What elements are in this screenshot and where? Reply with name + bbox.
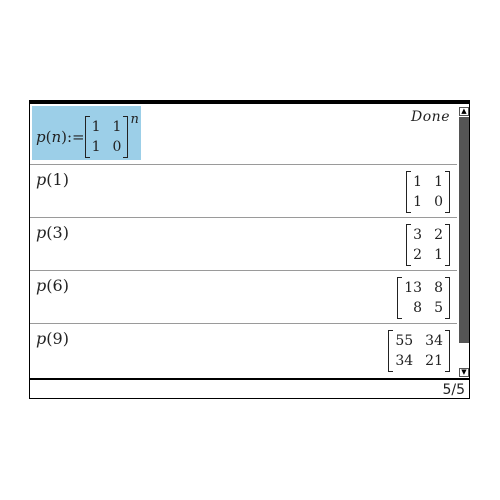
result-matrix-wrap: 3 2 2 1 <box>406 224 450 266</box>
input-expression: p(1) <box>36 170 69 189</box>
history-row[interactable]: p(3) 3 2 2 1 <box>30 218 457 271</box>
function-arg: n <box>51 128 62 146</box>
matrix-cell: 55 <box>395 333 414 349</box>
vertical-scrollbar[interactable]: ▲ ▼ <box>459 107 469 377</box>
scroll-thumb[interactable] <box>459 117 469 343</box>
history-row-definition[interactable]: p(n):= 1 1 1 0 n Done <box>30 104 457 165</box>
definition-matrix: 1 1 1 0 <box>84 116 129 158</box>
result-matrix: 13 8 8 5 <box>397 277 450 319</box>
function-name: p <box>36 128 46 146</box>
history-row[interactable]: p(1) 1 1 1 0 <box>30 165 457 218</box>
matrix-cell: 1 <box>413 194 423 210</box>
entry-line[interactable]: 5/5 <box>30 378 469 398</box>
matrix-cell: 8 <box>413 300 423 316</box>
matrix-cell: 1 <box>413 174 423 190</box>
calculator-window: p(n):= 1 1 1 0 n Done p(1) 1 1 1 0 p(3)… <box>29 100 470 399</box>
matrix-cell: 1 <box>434 247 443 263</box>
function-arg: 3 <box>52 223 63 242</box>
matrix-cell: 1 <box>434 174 443 190</box>
scroll-up-arrow-icon[interactable]: ▲ <box>459 107 469 116</box>
function-name: p <box>36 170 47 189</box>
exponent: n <box>130 111 139 127</box>
matrix-cell: 5 <box>434 300 443 316</box>
definition-expression[interactable]: p(n):= 1 1 1 0 n <box>36 112 139 158</box>
matrix-cell: 21 <box>425 353 443 369</box>
result-matrix-wrap: 1 1 1 0 <box>406 171 450 213</box>
function-arg: 6 <box>52 276 63 295</box>
result-matrix-wrap: 55 34 34 21 <box>388 330 450 372</box>
history-row[interactable]: p(6) 13 8 8 5 <box>30 271 457 324</box>
matrix-cell: 13 <box>404 280 423 296</box>
history-area: p(n):= 1 1 1 0 n Done p(1) 1 1 1 0 p(3)… <box>30 104 457 378</box>
matrix-cell: 3 <box>413 227 423 243</box>
matrix-cell: 0 <box>112 139 122 155</box>
history-row[interactable]: p(9) 55 34 34 21 <box>30 324 457 378</box>
function-name: p <box>36 329 47 348</box>
result-matrix: 1 1 1 0 <box>406 171 450 213</box>
matrix-cell: 2 <box>434 227 443 243</box>
page-indicator: 5/5 <box>442 382 465 398</box>
result-matrix: 3 2 2 1 <box>406 224 450 266</box>
matrix-cell: 1 <box>91 119 101 135</box>
result-done: Done <box>411 109 450 125</box>
matrix-cell: 34 <box>425 333 443 349</box>
matrix-cell: 0 <box>434 194 443 210</box>
function-name: p <box>36 223 47 242</box>
matrix-cell: 34 <box>395 353 414 369</box>
scroll-track[interactable] <box>459 117 469 367</box>
matrix-cell: 1 <box>112 119 122 135</box>
function-arg: 9 <box>52 329 63 348</box>
matrix-cell: 8 <box>434 280 443 296</box>
matrix-cell: 2 <box>413 247 423 263</box>
assign-operator: := <box>67 128 85 146</box>
function-name: p <box>36 276 47 295</box>
input-expression: p(6) <box>36 276 69 295</box>
function-arg: 1 <box>52 170 63 189</box>
scroll-down-arrow-icon[interactable]: ▼ <box>459 368 469 377</box>
result-matrix-wrap: 13 8 8 5 <box>397 277 450 319</box>
matrix-cell: 1 <box>91 139 101 155</box>
input-expression: p(3) <box>36 223 69 242</box>
input-expression: p(9) <box>36 329 69 348</box>
result-matrix: 55 34 34 21 <box>388 330 450 372</box>
